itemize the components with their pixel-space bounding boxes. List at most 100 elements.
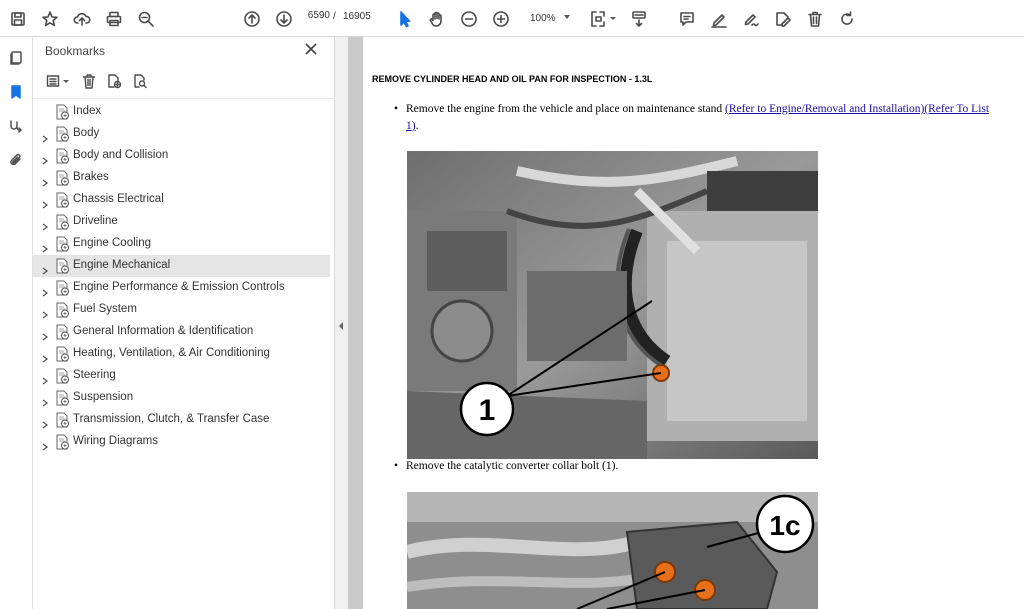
bookmark-item[interactable]: Engine Cooling — [33, 233, 330, 255]
bookmark-page-icon — [55, 126, 70, 142]
bookmark-page-icon — [55, 170, 70, 186]
page-fit-icon[interactable] — [587, 8, 609, 30]
bookmark-label: Steering — [73, 369, 116, 381]
zoom-out-icon[interactable] — [458, 8, 480, 30]
close-panel-button[interactable] — [305, 42, 321, 58]
previous-page-icon[interactable] — [241, 8, 263, 30]
bookmark-label: Wiring Diagrams — [73, 435, 158, 447]
print-icon[interactable] — [103, 8, 125, 30]
options-caret-icon[interactable] — [63, 80, 69, 83]
chevron-right-icon[interactable] — [42, 284, 49, 297]
figure-catalytic-converter: 1 — [407, 151, 818, 459]
page-fit-caret-icon[interactable] — [610, 17, 616, 20]
bookmark-item[interactable]: Fuel System — [33, 299, 330, 321]
document-page: REMOVE CYLINDER HEAD AND OIL PAN FOR INS… — [363, 37, 1024, 609]
bookmark-page-icon — [55, 236, 70, 252]
select-cursor-icon[interactable] — [394, 8, 416, 30]
bookmark-item[interactable]: Driveline — [33, 211, 330, 233]
bookmark-item[interactable]: Transmission, Clutch, & Transfer Case — [33, 409, 330, 431]
refer-to-list-link[interactable]: (Refer To List — [924, 103, 989, 115]
bookmark-page-icon — [55, 148, 70, 164]
chevron-right-icon[interactable] — [42, 372, 49, 385]
step-remove-engine-continued: 1). — [406, 120, 418, 132]
signatures-icon[interactable] — [6, 116, 26, 136]
bookmark-page-icon — [55, 258, 70, 274]
search-zoom-icon[interactable] — [135, 8, 157, 30]
chevron-right-icon[interactable] — [42, 218, 49, 231]
bookmark-options-icon[interactable] — [43, 70, 65, 92]
delete-icon[interactable] — [804, 8, 826, 30]
bookmark-item[interactable]: Chassis Electrical — [33, 189, 330, 211]
chevron-right-icon[interactable] — [42, 152, 49, 165]
page-thumbnails-icon[interactable] — [6, 48, 26, 68]
chevron-down-icon — [564, 15, 570, 19]
bookmark-label: Brakes — [73, 171, 109, 183]
hand-tool-icon[interactable] — [426, 8, 448, 30]
bookmark-item[interactable]: Index — [33, 101, 330, 123]
engine-removal-link[interactable]: (Refer to Engine/Removal and Installatio… — [725, 103, 924, 115]
bookmark-label: Transmission, Clutch, & Transfer Case — [73, 413, 270, 425]
collapse-panel-arrow-icon[interactable] — [339, 322, 343, 330]
bullet-dot: • — [394, 103, 399, 115]
rotate-icon[interactable] — [836, 8, 858, 30]
bookmark-label: Fuel System — [73, 303, 137, 315]
bookmark-item[interactable]: Steering — [33, 365, 330, 387]
panel-splitter[interactable] — [334, 37, 348, 609]
chevron-right-icon[interactable] — [42, 196, 49, 209]
chevron-right-icon[interactable] — [42, 350, 49, 363]
figure2-callout-label: 1c — [769, 510, 800, 541]
bookmark-item[interactable]: Body and Collision — [33, 145, 330, 167]
page-number-input[interactable]: 6590 — [304, 10, 330, 28]
bookmark-label: Engine Mechanical — [73, 259, 171, 271]
document-viewport[interactable]: REMOVE CYLINDER HEAD AND OIL PAN FOR INS… — [348, 37, 1024, 609]
step1-period: . — [415, 120, 419, 132]
bookmark-item[interactable]: Engine Performance & Emission Controls — [33, 277, 330, 299]
draw-signature-icon[interactable] — [740, 8, 762, 30]
chevron-right-icon[interactable] — [42, 130, 49, 143]
new-bookmark-icon[interactable] — [103, 70, 125, 92]
zoom-level-value: 100% — [530, 12, 556, 24]
figure1-callout-label: 1 — [479, 394, 496, 427]
bookmark-page-icon — [55, 324, 70, 340]
bookmark-item[interactable]: Wiring Diagrams — [33, 431, 330, 453]
delete-bookmark-icon[interactable] — [78, 70, 100, 92]
bookmark-item[interactable]: Engine Mechanical — [33, 255, 330, 277]
save-icon[interactable] — [7, 8, 29, 30]
next-page-icon[interactable] — [273, 8, 295, 30]
bookmark-label: Engine Cooling — [73, 237, 152, 249]
chevron-right-icon[interactable] — [42, 438, 49, 451]
bookmark-item[interactable]: General Information & Identification — [33, 321, 330, 343]
bookmark-item[interactable]: Brakes — [33, 167, 330, 189]
bookmark-item[interactable]: Suspension — [33, 387, 330, 409]
bookmark-item[interactable]: Body — [33, 123, 330, 145]
upload-cloud-icon[interactable] — [71, 8, 93, 30]
highlight-pen-icon[interactable] — [708, 8, 730, 30]
chevron-right-icon[interactable] — [42, 262, 49, 275]
top-toolbar: 6590 / 16905 100% — [0, 0, 1024, 37]
bookmark-page-icon — [55, 412, 70, 428]
list-1-link[interactable]: 1) — [406, 120, 416, 132]
bookmark-label: Suspension — [73, 391, 134, 403]
attachments-paperclip-icon[interactable] — [6, 150, 26, 170]
chevron-right-icon[interactable] — [42, 306, 49, 319]
chevron-right-icon[interactable] — [42, 174, 49, 187]
zoom-level-dropdown[interactable]: 100% — [524, 8, 574, 28]
bookmarks-icon[interactable] — [6, 82, 26, 102]
chevron-right-icon[interactable] — [42, 416, 49, 429]
page-total: 16905 — [343, 11, 371, 22]
bookmarks-panel: Bookmarks Index Body Body and Collision Bra… — [33, 37, 334, 609]
find-bookmark-icon[interactable] — [129, 70, 151, 92]
bookmark-item[interactable]: Heating, Ventilation, & Air Conditioning — [33, 343, 330, 365]
bookmark-page-icon — [55, 390, 70, 406]
chevron-right-icon[interactable] — [42, 328, 49, 341]
comment-icon[interactable] — [676, 8, 698, 30]
bookmark-page-icon — [55, 214, 70, 230]
chevron-right-icon[interactable] — [42, 394, 49, 407]
zoom-in-icon[interactable] — [490, 8, 512, 30]
edit-text-icon[interactable] — [772, 8, 794, 30]
bookmark-star-icon[interactable] — [39, 8, 61, 30]
chevron-right-icon[interactable] — [42, 240, 49, 253]
bookmark-page-icon — [55, 280, 70, 296]
bookmark-list: Index Body Body and Collision Brakes Chassis… — [33, 101, 334, 453]
scrolling-mode-icon[interactable] — [628, 8, 650, 30]
